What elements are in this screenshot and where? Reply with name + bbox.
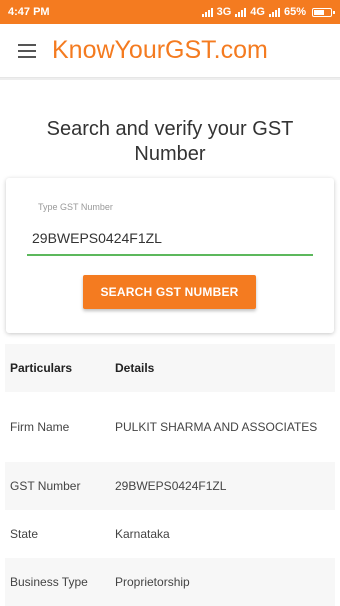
row-value: Proprietorship — [115, 575, 190, 589]
network-type-2: 4G — [250, 6, 265, 18]
signal-icon — [201, 7, 213, 17]
search-card: Type GST Number SEARCH GST NUMBER — [6, 178, 334, 333]
column-header-details: Details — [115, 361, 155, 375]
gst-details-table: Particulars Details Firm Name PULKIT SHA… — [5, 344, 335, 606]
row-value: 29BWEPS0424F1ZL — [115, 479, 227, 493]
battery-percent: 65% — [283, 6, 306, 18]
table-header-row: Particulars Details — [5, 344, 335, 392]
row-value: PULKIT SHARMA AND ASSOCIATES — [115, 420, 318, 434]
page-heading: Search and verify your GST Number — [46, 118, 294, 165]
status-icons: 3G 4G 65% — [201, 6, 335, 18]
status-time: 4:47 PM — [8, 6, 50, 18]
hamburger-menu-icon[interactable] — [18, 43, 36, 58]
gst-number-input[interactable] — [27, 222, 313, 256]
gst-input-label: Type GST Number — [38, 202, 113, 212]
app-title: KnowYourGST.com — [52, 36, 268, 64]
battery-icon — [312, 7, 335, 17]
search-gst-button[interactable]: SEARCH GST NUMBER — [83, 275, 256, 309]
table-row: State Karnataka — [5, 510, 335, 558]
table-row: Firm Name PULKIT SHARMA AND ASSOCIATES — [5, 392, 335, 462]
wifi-icon — [268, 7, 280, 17]
app-bar: KnowYourGST.com — [0, 24, 340, 80]
status-bar: 4:47 PM 3G 4G 65% — [0, 0, 340, 24]
row-label: GST Number — [10, 479, 81, 493]
network-type-1: 3G — [216, 6, 232, 18]
row-label: Business Type — [10, 575, 88, 589]
row-label: State — [10, 527, 39, 541]
row-label: Firm Name — [10, 420, 70, 434]
signal-icon — [235, 7, 247, 17]
column-header-particulars: Particulars — [10, 361, 73, 375]
table-row: GST Number 29BWEPS0424F1ZL — [5, 462, 335, 510]
table-row: Business Type Proprietorship — [5, 558, 335, 606]
row-value: Karnataka — [115, 527, 170, 541]
